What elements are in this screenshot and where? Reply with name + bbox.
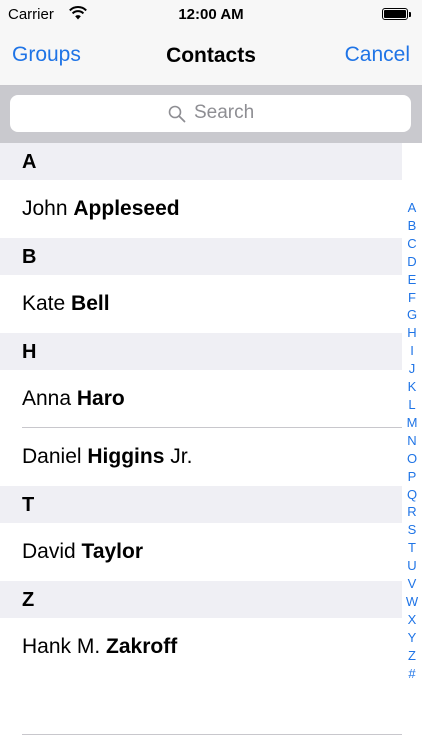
- contact-row[interactable]: Kate Bell: [0, 275, 402, 333]
- contacts-list: A John Appleseed B Kate Bell H Anna Haro…: [0, 143, 402, 676]
- index-letter[interactable]: #: [402, 665, 422, 683]
- index-letter[interactable]: T: [402, 539, 422, 557]
- contact-row[interactable]: Anna Haro: [0, 370, 402, 428]
- index-letter[interactable]: Q: [402, 486, 422, 504]
- index-letter[interactable]: K: [402, 378, 422, 396]
- contact-row[interactable]: Daniel Higgins Jr.: [0, 428, 402, 486]
- search-icon: [168, 105, 186, 123]
- index-letter[interactable]: U: [402, 557, 422, 575]
- section-header-a: A: [0, 143, 402, 180]
- index-letter[interactable]: I: [402, 342, 422, 360]
- contact-row[interactable]: David Taylor: [0, 523, 402, 581]
- index-letter[interactable]: R: [402, 503, 422, 521]
- section-header-b: B: [0, 238, 402, 275]
- bottom-divider: [22, 734, 402, 735]
- section-header-t: T: [0, 486, 402, 523]
- index-letter[interactable]: J: [402, 360, 422, 378]
- status-bar: Carrier 12:00 AM: [0, 0, 422, 30]
- contact-name: Hank M. Zakroff: [22, 635, 178, 658]
- index-letter[interactable]: B: [402, 217, 422, 235]
- index-letter[interactable]: O: [402, 450, 422, 468]
- contact-row[interactable]: Hank M. Zakroff: [0, 618, 402, 676]
- index-letter[interactable]: S: [402, 521, 422, 539]
- navigation-bar: Groups Contacts Cancel: [0, 30, 422, 86]
- search-input[interactable]: [194, 101, 394, 125]
- index-letter[interactable]: H: [402, 324, 422, 342]
- index-letter[interactable]: L: [402, 396, 422, 414]
- index-letter[interactable]: F: [402, 289, 422, 307]
- search-bar: [0, 86, 422, 143]
- index-letter[interactable]: C: [402, 235, 422, 253]
- battery-tip: [409, 12, 411, 17]
- section-index[interactable]: A B C D E F G H I J K L M N O P Q R S T U V W X Y Z #: [402, 199, 422, 682]
- index-letter[interactable]: W: [402, 593, 422, 611]
- contact-name: Daniel Higgins Jr.: [22, 445, 193, 468]
- battery-icon: [382, 8, 408, 20]
- section-header-z: Z: [0, 581, 402, 618]
- index-letter[interactable]: P: [402, 468, 422, 486]
- index-letter[interactable]: D: [402, 253, 422, 271]
- index-letter[interactable]: N: [402, 432, 422, 450]
- index-letter[interactable]: G: [402, 306, 422, 324]
- search-field[interactable]: [10, 95, 411, 132]
- index-letter[interactable]: E: [402, 271, 422, 289]
- cancel-button[interactable]: Cancel: [345, 43, 410, 67]
- status-time: 12:00 AM: [178, 6, 244, 23]
- section-header-h: H: [0, 333, 402, 370]
- contact-name: Anna Haro: [22, 387, 125, 410]
- contact-name: David Taylor: [22, 540, 144, 563]
- index-letter[interactable]: A: [402, 199, 422, 217]
- index-letter[interactable]: X: [402, 611, 422, 629]
- contact-name: Kate Bell: [22, 292, 110, 315]
- index-letter[interactable]: Z: [402, 647, 422, 665]
- index-letter[interactable]: M: [402, 414, 422, 432]
- contact-row[interactable]: John Appleseed: [0, 180, 402, 238]
- contact-name: John Appleseed: [22, 197, 180, 220]
- index-letter[interactable]: V: [402, 575, 422, 593]
- index-letter[interactable]: Y: [402, 629, 422, 647]
